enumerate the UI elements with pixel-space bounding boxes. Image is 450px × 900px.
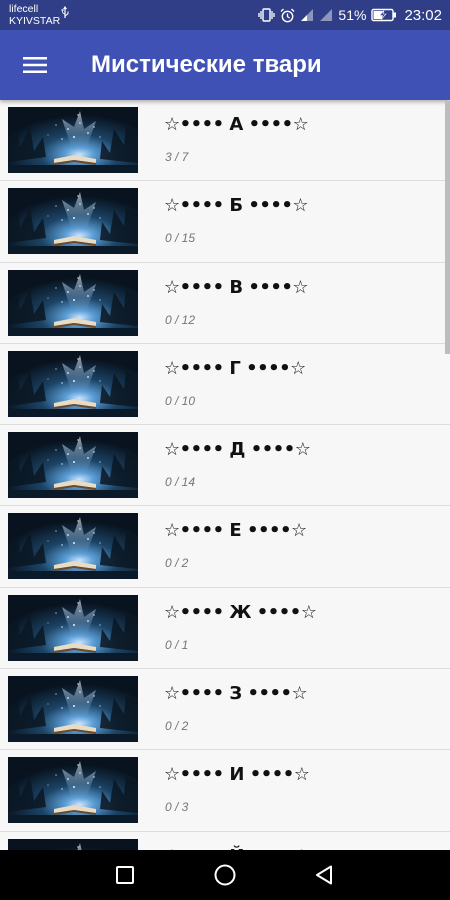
scrollbar[interactable]: [445, 101, 450, 354]
book-thumbnail: [8, 188, 138, 255]
carrier-secondary: KYIVSTAR: [9, 15, 61, 27]
item-progress-count: 0 / 14: [165, 475, 196, 490]
book-thumbnail: [8, 757, 138, 824]
book-thumbnail: [8, 432, 138, 499]
item-title: ☆•••• Г ••••☆: [164, 357, 306, 379]
item-title: ☆•••• И ••••☆: [164, 764, 310, 786]
navigation-bar: [0, 850, 450, 900]
back-button[interactable]: [300, 850, 350, 900]
book-thumbnail: [8, 838, 138, 850]
status-icons: 51% 23:02: [258, 0, 442, 30]
vibrate-icon: [258, 8, 276, 22]
item-progress-count: 0 / 2: [165, 719, 189, 734]
item-progress-count: 0 / 1: [165, 637, 189, 652]
list-item[interactable]: ☆•••• А ••••☆ 3 / 7: [0, 100, 450, 182]
book-thumbnail: [8, 350, 138, 417]
item-title: ☆•••• В ••••☆: [164, 276, 309, 298]
app-root: lifecell KYIVSTAR 51% 23:02 Мистические …: [0, 0, 450, 900]
item-progress-count: 0 / 12: [165, 312, 196, 327]
battery-charging-icon: [371, 8, 397, 22]
signal-icon: [301, 9, 314, 21]
item-progress-count: 3 / 7: [165, 150, 189, 164]
item-title: ☆•••• Е ••••☆: [164, 520, 307, 542]
item-progress-count: 0 / 15: [165, 231, 196, 246]
item-progress-count: 0 / 2: [165, 556, 189, 571]
menu-button[interactable]: [18, 49, 52, 81]
recents-button[interactable]: [100, 850, 150, 900]
book-thumbnail: [8, 107, 138, 173]
list-item[interactable]: ☆•••• В ••••☆ 0 / 12: [0, 262, 450, 344]
signal-icon: [320, 9, 333, 21]
home-button[interactable]: [200, 850, 250, 900]
carrier-primary: lifecell: [9, 3, 39, 15]
item-title: ☆•••• Ж ••••☆: [164, 601, 317, 623]
book-thumbnail: [8, 513, 138, 580]
item-title: ☆•••• Д ••••☆: [164, 439, 311, 461]
category-list[interactable]: ☆•••• А ••••☆ 3 / 7 ☆•••• Б ••••☆ 0 / 15…: [0, 100, 450, 850]
alarm-icon: [280, 8, 295, 22]
item-progress-count: 0 / 3: [165, 800, 189, 815]
battery-percent: 51%: [338, 7, 367, 23]
item-title: ☆•••• З ••••☆: [164, 683, 308, 705]
list-item[interactable]: ☆•••• Б ••••☆ 0 / 15: [0, 181, 450, 263]
app-bar: Мистические твари: [0, 30, 450, 100]
clock: 23:02: [404, 6, 442, 24]
page-title: Мистические твари: [91, 51, 322, 78]
usb-icon: [61, 6, 69, 18]
list-item[interactable]: ☆•••• И ••••☆ 0 / 3: [0, 750, 450, 832]
item-title: ☆•••• Б ••••☆: [164, 195, 309, 217]
list-item[interactable]: ☆•••• Г ••••☆ 0 / 10: [0, 343, 450, 426]
list-item[interactable]: ☆•••• Д ••••☆ 0 / 14: [0, 425, 450, 507]
home-circle-icon: [214, 864, 236, 886]
list-item[interactable]: ☆•••• З ••••☆ 0 / 2: [0, 669, 450, 751]
item-progress-count: 0 / 10: [165, 393, 196, 408]
list-item[interactable]: ☆•••• Е ••••☆ 0 / 2: [0, 506, 450, 588]
book-thumbnail: [8, 269, 138, 336]
book-thumbnail: [8, 676, 138, 743]
item-title: ☆•••• А ••••☆: [164, 114, 309, 135]
back-triangle-icon: [316, 865, 332, 885]
carrier-info: lifecell KYIVSTAR: [9, 3, 60, 27]
recents-square-icon: [116, 866, 134, 884]
list-item[interactable]: ☆•••• Ж ••••☆ 0 / 1: [0, 587, 450, 670]
list-item[interactable]: ☆•••• Й ••••☆: [0, 831, 450, 850]
book-thumbnail: [8, 594, 138, 661]
status-bar: lifecell KYIVSTAR 51% 23:02: [0, 0, 450, 30]
hamburger-menu-icon: [23, 57, 47, 73]
